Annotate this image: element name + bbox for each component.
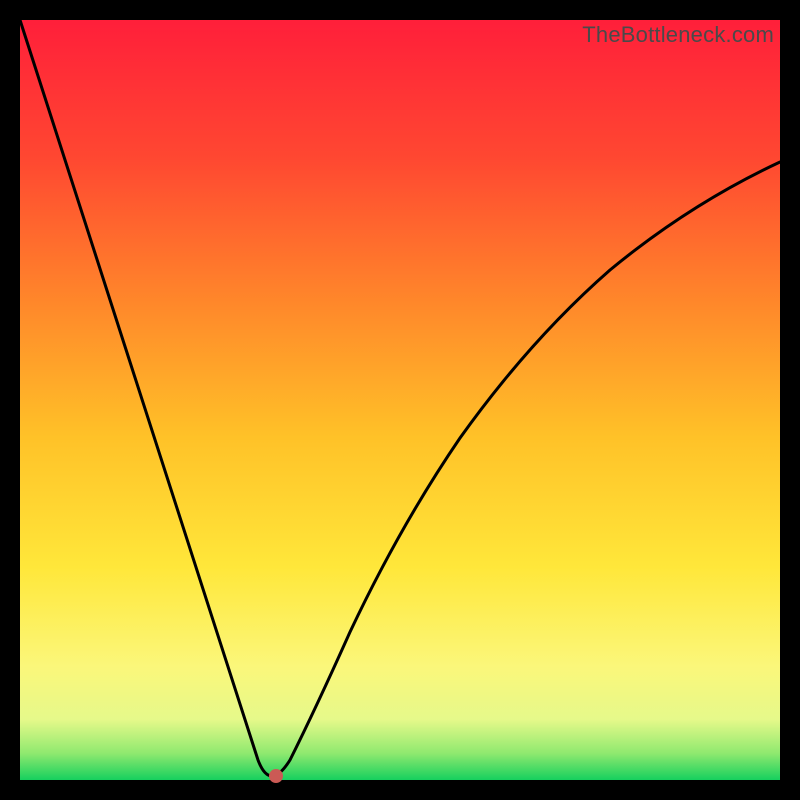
chart-curve-layer <box>20 20 780 780</box>
optimal-point-marker <box>269 769 283 783</box>
bottleneck-curve <box>20 20 780 776</box>
chart-frame: TheBottleneck.com <box>20 20 780 780</box>
watermark-text: TheBottleneck.com <box>582 22 774 48</box>
